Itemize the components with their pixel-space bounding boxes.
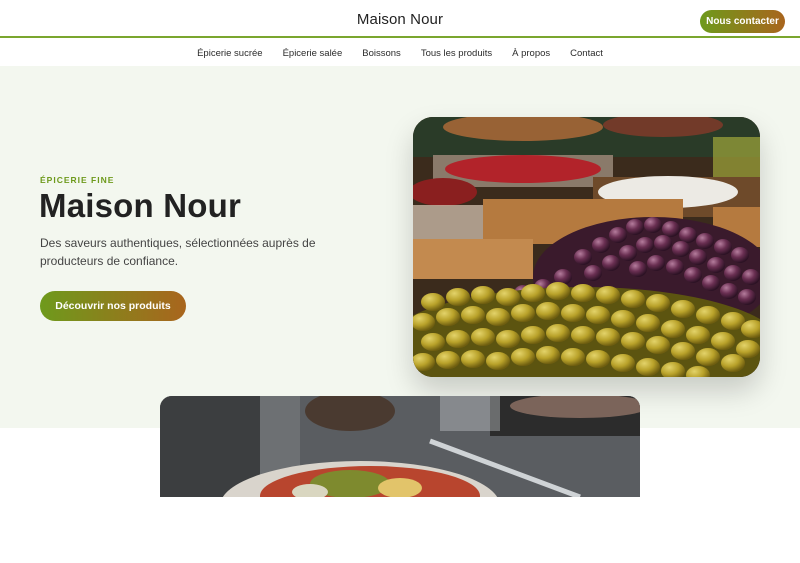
nav-item-epicerie-salee[interactable]: Épicerie salée	[283, 48, 343, 59]
hero-title: Maison Nour	[39, 187, 242, 224]
nav-item-epicerie-sucree[interactable]: Épicerie sucrée	[197, 48, 262, 59]
nav-item-boissons[interactable]: Boissons	[362, 48, 401, 59]
hero-subtitle: Des saveurs authentiques, sélectionnées …	[40, 236, 316, 268]
contact-button[interactable]: Nous contacter	[700, 10, 785, 33]
top-bar: Maison Nour Nous contacter	[0, 0, 800, 38]
olives-market-image	[413, 117, 760, 377]
hero-eyebrow: ÉPICERIE FINE	[40, 175, 115, 185]
nav-item-contact[interactable]: Contact	[570, 48, 603, 59]
nav-item-a-propos[interactable]: À propos	[512, 48, 550, 59]
food-plate-image	[160, 396, 640, 497]
main-nav: Épicerie sucrée Épicerie salée Boissons …	[0, 40, 800, 66]
nav-item-tous-les-produits[interactable]: Tous les produits	[421, 48, 492, 59]
discover-products-button[interactable]: Découvrir nos produits	[40, 291, 186, 321]
hero-section: ÉPICERIE FINE Maison Nour Des saveurs au…	[0, 66, 800, 428]
site-brand[interactable]: Maison Nour	[0, 11, 800, 28]
